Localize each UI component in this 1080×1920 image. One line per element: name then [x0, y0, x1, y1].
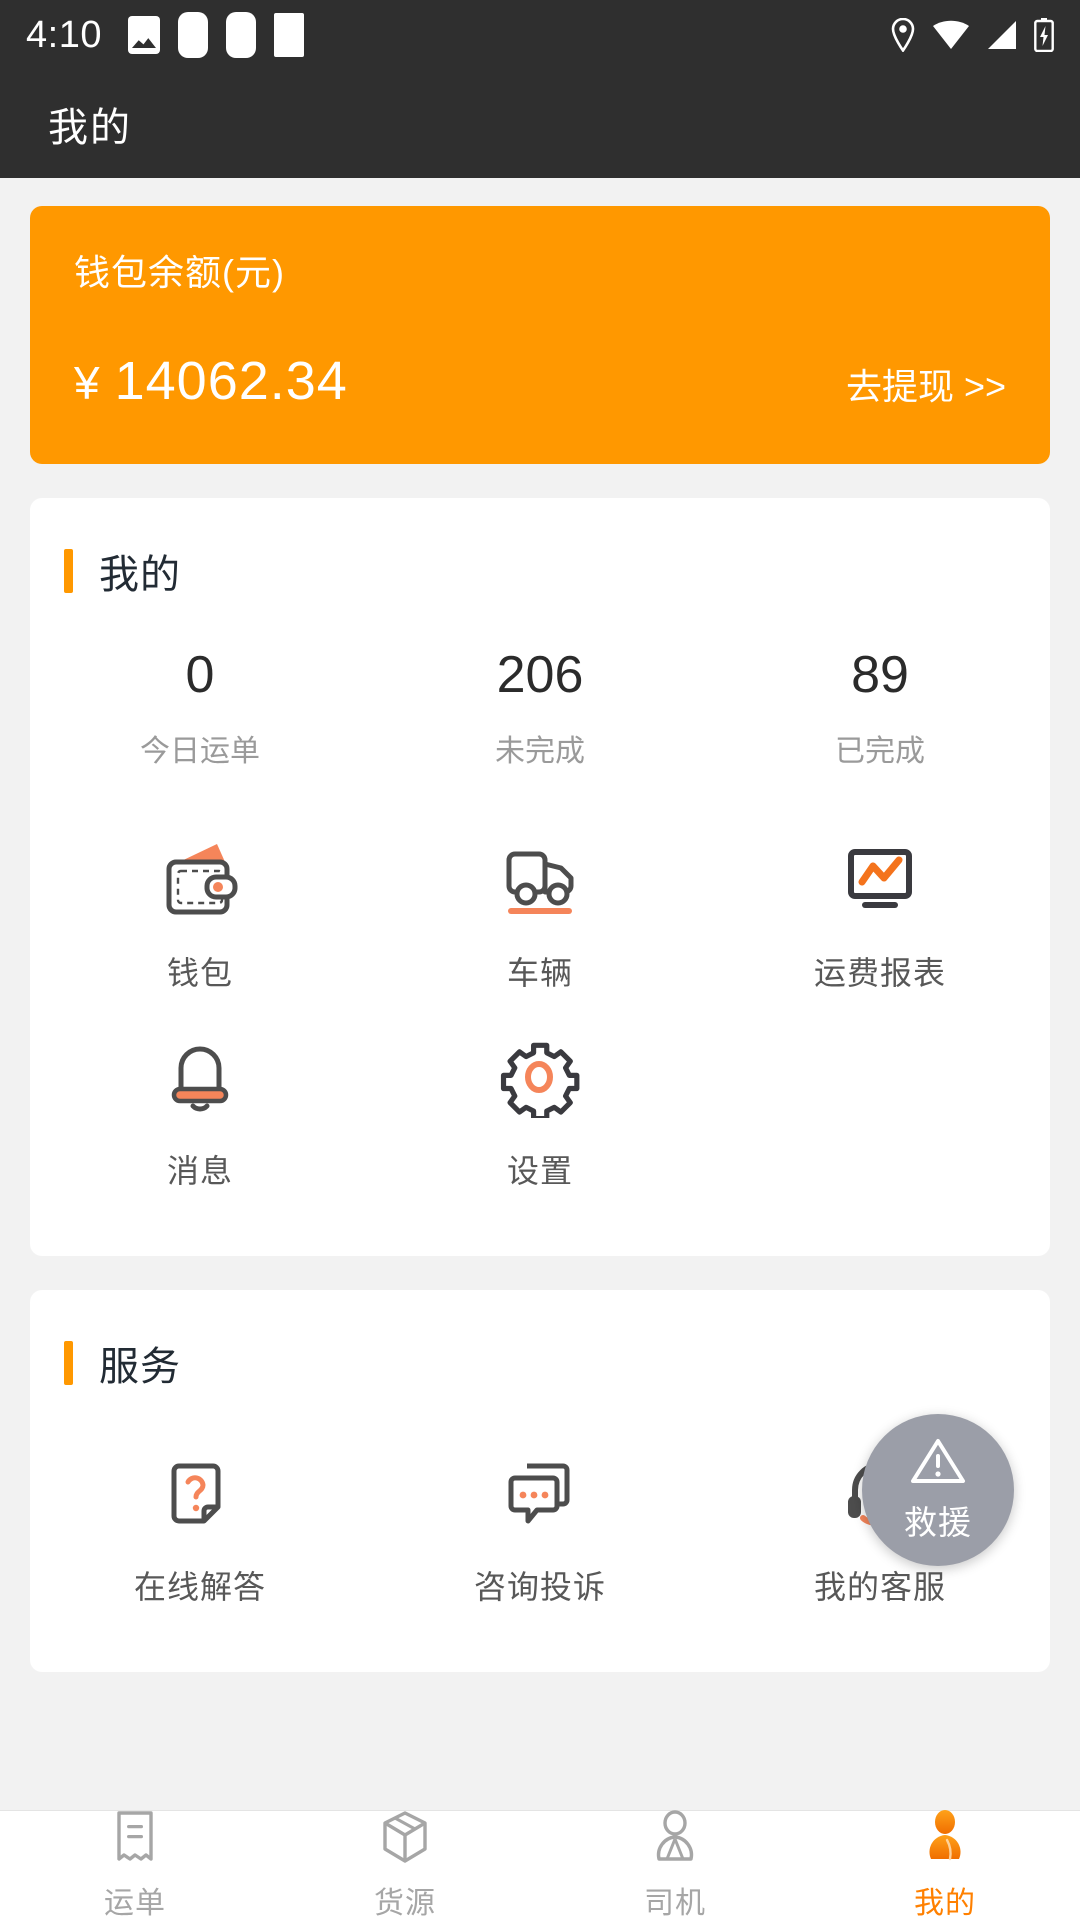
service-section-title: 服务	[99, 1344, 181, 1389]
nav-item-cargo[interactable]: 货源	[270, 1811, 540, 1920]
status-bar-notification-icons	[127, 12, 304, 58]
entry-label: 设置	[506, 1152, 573, 1189]
truck-icon	[497, 836, 583, 922]
mine-section-header: 我的	[30, 498, 1050, 600]
bottom-navigation: 运单 货源 司机 我的	[0, 1810, 1080, 1920]
image-icon	[127, 16, 160, 54]
wallet-amount: ¥14062.34	[74, 350, 348, 412]
rescue-fab-button[interactable]: 救援	[862, 1413, 1014, 1566]
stat-unfinished[interactable]: 206 未完成	[370, 646, 710, 770]
app-notification-1-icon	[177, 12, 208, 58]
entry-online-answer[interactable]: 在线解答	[30, 1428, 370, 1626]
mine-section-title: 我的	[99, 553, 181, 597]
rescue-fab-label: 救援	[904, 1504, 972, 1542]
entry-messages[interactable]: 消息	[30, 1012, 370, 1210]
section-accent-bar	[64, 549, 73, 593]
entry-label: 在线解答	[133, 1568, 266, 1605]
entry-settings[interactable]: 设置	[370, 1012, 710, 1210]
stat-value: 206	[496, 646, 584, 704]
wifi-icon	[932, 20, 970, 50]
entry-label: 我的客服	[813, 1568, 946, 1605]
app-screen: 4:10 我的 钱包余额(元) ¥ 14062.34 去提现 >> 我的 0 今…	[0, 0, 1080, 1920]
freight-report-icon	[837, 836, 923, 922]
status-bar: 4:10	[0, 0, 1080, 70]
section-accent-bar	[64, 1340, 73, 1385]
profile-icon	[920, 1809, 970, 1870]
page-title: 我的	[48, 106, 132, 150]
mine-card: 我的 0 今日运单 206 未完成 89 已完成 钱包 车辆 运费报表 消息 设…	[30, 498, 1050, 1256]
chat-bubbles-icon	[497, 1450, 583, 1536]
wallet-balance-card[interactable]: 钱包余额(元) ¥14062.34 去提现 >>	[30, 206, 1050, 464]
entry-wallet[interactable]: 钱包	[30, 814, 370, 1012]
wallet-icon	[157, 836, 243, 922]
warning-triangle-icon	[908, 1435, 968, 1492]
cargo-box-icon	[380, 1809, 430, 1870]
status-bar-system-icons	[890, 18, 1054, 52]
nav-item-driver[interactable]: 司机	[540, 1809, 810, 1920]
stat-value: 0	[185, 646, 215, 704]
gear-icon	[497, 1034, 583, 1120]
currency-symbol: ¥	[74, 357, 101, 409]
nav-item-label: 我的	[914, 1887, 976, 1920]
stat-label: 已完成	[835, 734, 925, 768]
stat-today-waybills[interactable]: 0 今日运单	[30, 646, 370, 770]
service-section-header: 服务	[30, 1290, 1050, 1392]
app-notification-2-icon	[225, 12, 256, 58]
entry-label: 钱包	[166, 954, 233, 991]
waybill-icon	[111, 1809, 159, 1870]
stat-completed[interactable]: 89 已完成	[710, 646, 1050, 770]
question-document-icon	[157, 1450, 243, 1536]
mine-entry-grid: 钱包 车辆 运费报表 消息 设置	[30, 778, 1050, 1256]
stat-label: 今日运单	[140, 734, 260, 768]
bell-icon	[157, 1034, 243, 1120]
status-bar-clock: 4:10	[26, 13, 102, 56]
wallet-balance-label: 钱包余额(元)	[74, 252, 285, 293]
stats-row: 0 今日运单 206 未完成 89 已完成	[30, 600, 1050, 778]
nav-item-label: 司机	[644, 1887, 706, 1920]
signal-icon	[986, 20, 1018, 50]
app-bar: 我的	[0, 70, 1080, 178]
nav-item-label: 运单	[104, 1887, 166, 1920]
app-notification-3-icon	[273, 13, 304, 57]
nav-item-waybill[interactable]: 运单	[0, 1811, 270, 1920]
entry-consult-complaint[interactable]: 咨询投诉	[370, 1428, 710, 1626]
entry-vehicle[interactable]: 车辆	[370, 814, 710, 1012]
entry-label: 运费报表	[813, 954, 946, 991]
location-icon	[890, 18, 916, 52]
withdraw-link[interactable]: 去提现 >>	[846, 358, 1006, 410]
entry-label: 车辆	[506, 954, 573, 991]
nav-item-label: 货源	[374, 1887, 436, 1920]
wallet-amount-row: ¥14062.34 去提现 >>	[74, 350, 1006, 412]
stat-value: 89	[851, 646, 909, 704]
scroll-content[interactable]: 钱包余额(元) ¥14062.34 去提现 >> 我的 0 今日运单 206 未…	[0, 178, 1080, 1810]
driver-icon	[650, 1809, 700, 1870]
entry-label: 消息	[166, 1152, 233, 1189]
wallet-amount-value: 14062.34	[114, 351, 348, 411]
stat-label: 未完成	[495, 734, 585, 768]
entry-freight-report[interactable]: 运费报表	[710, 814, 1050, 1012]
service-card: 服务 在线解答 咨询投诉 我的客服 救援	[30, 1289, 1050, 1672]
battery-charging-icon	[1034, 18, 1054, 52]
nav-item-profile[interactable]: 我的	[810, 1809, 1080, 1920]
entry-label: 咨询投诉	[473, 1568, 606, 1605]
